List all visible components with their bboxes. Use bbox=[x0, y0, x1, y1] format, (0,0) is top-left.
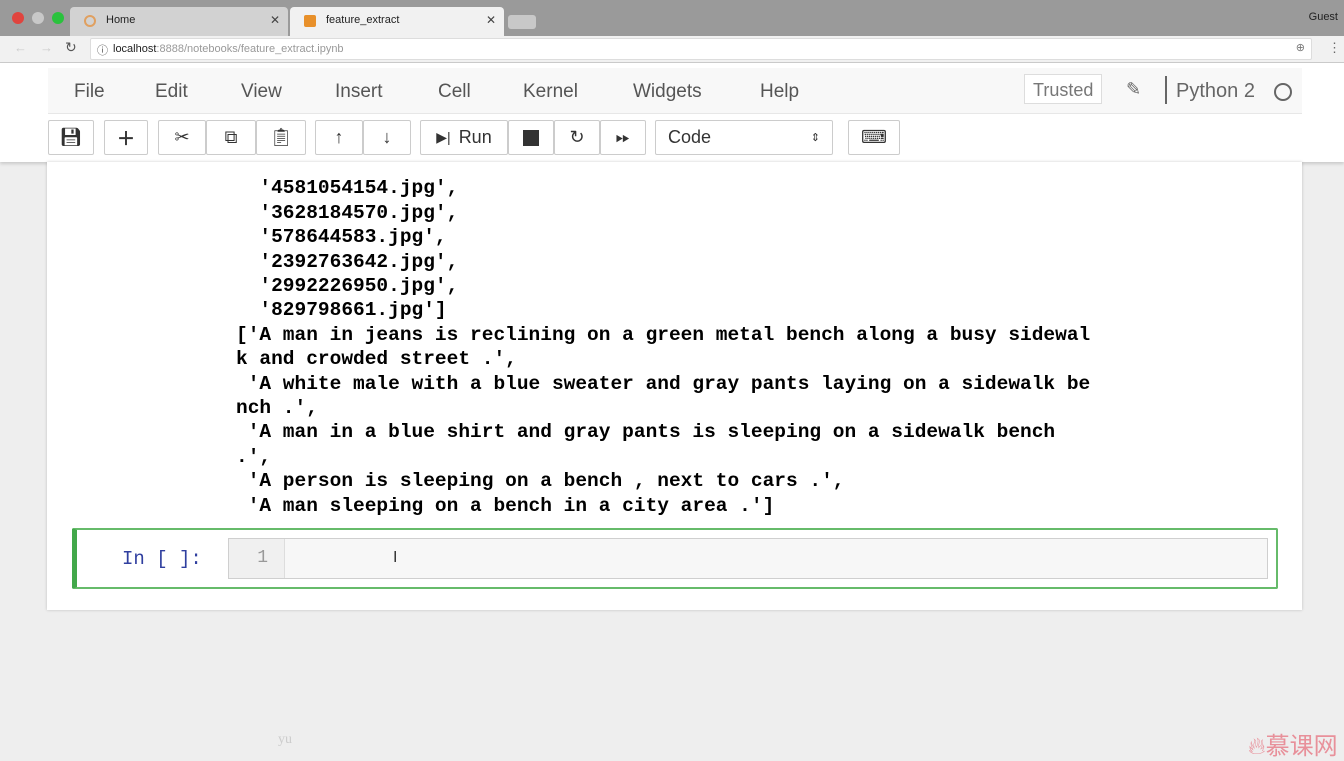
url-host: localhost bbox=[113, 43, 157, 55]
output-line: 'A man in a blue shirt and gray pants is… bbox=[236, 421, 1056, 444]
restart-icon: ↻ bbox=[569, 127, 585, 147]
tab-label: Home bbox=[106, 14, 136, 26]
notebook-container: '4581054154.jpg', '3628184570.jpg', '578… bbox=[47, 162, 1302, 610]
edit-pencil-icon[interactable]: ✎ bbox=[1126, 79, 1141, 100]
copy-button[interactable]: ⧉ bbox=[206, 120, 256, 155]
zoom-icon[interactable]: ⊕ bbox=[1296, 41, 1305, 54]
run-button[interactable]: ▶︎| Run bbox=[420, 120, 508, 155]
output-line: 'A white male with a blue sweater and gr… bbox=[236, 372, 1091, 395]
command-palette-button[interactable]: ⌨ bbox=[848, 120, 900, 155]
info-icon: ⓘ bbox=[97, 45, 108, 57]
menu-file[interactable]: File bbox=[74, 81, 105, 103]
plus-icon: ＋ bbox=[117, 128, 135, 149]
stop-icon bbox=[523, 129, 539, 146]
browser-tabbar: Home ✕ feature_extract ✕ Guest bbox=[0, 0, 1344, 36]
save-icon: 💾︎ bbox=[59, 127, 83, 147]
maximize-window-button[interactable] bbox=[52, 12, 64, 24]
step-forward-icon: ▶︎| bbox=[436, 129, 451, 145]
restart-run-all-button[interactable]: ⏩︎ bbox=[600, 120, 646, 155]
arrow-up-icon: ↑ bbox=[334, 127, 344, 147]
code-input[interactable]: 1 I bbox=[228, 538, 1268, 579]
address-bar: ← → ↻ ⓘ localhost:8888/notebooks/feature… bbox=[0, 36, 1344, 63]
jupyter-icon bbox=[84, 15, 96, 27]
menu-view[interactable]: View bbox=[241, 81, 282, 103]
forward-icon[interactable]: → bbox=[40, 40, 53, 55]
move-up-button[interactable]: ↑ bbox=[315, 120, 363, 155]
close-window-button[interactable] bbox=[12, 12, 24, 24]
output-line: '2392763642.jpg', bbox=[236, 250, 459, 273]
cell-type-value: Code bbox=[668, 127, 712, 147]
new-tab-button[interactable] bbox=[508, 15, 536, 29]
minimize-window-button[interactable] bbox=[32, 12, 44, 24]
fast-forward-icon: ⏩︎ bbox=[615, 127, 631, 147]
cut-button[interactable]: ✂ bbox=[158, 120, 206, 155]
close-tab-icon[interactable]: ✕ bbox=[270, 13, 280, 27]
cell-output: '4581054154.jpg', '3628184570.jpg', '578… bbox=[236, 162, 1090, 518]
trusted-badge[interactable]: Trusted bbox=[1024, 74, 1103, 104]
output-line-cut bbox=[236, 162, 1090, 176]
divider bbox=[1165, 76, 1167, 104]
tab-label: feature_extract bbox=[326, 14, 400, 26]
output-line: '3628184570.jpg', bbox=[236, 201, 459, 224]
output-line: '578644583.jpg', bbox=[236, 226, 447, 249]
output-line: '2992226950.jpg', bbox=[236, 275, 459, 298]
tab-home[interactable]: Home ✕ bbox=[70, 7, 288, 36]
code-cell-selected[interactable]: In [ ]: 1 I bbox=[72, 528, 1278, 589]
url-path: :8888/notebooks/feature_extract.ipynb bbox=[156, 43, 344, 55]
arrow-down-icon: ↓ bbox=[382, 127, 392, 147]
output-line: '4581054154.jpg', bbox=[236, 177, 459, 200]
output-line: '829798661.jpg'] bbox=[236, 299, 447, 322]
keyboard-icon: ⌨ bbox=[861, 127, 887, 147]
menu-kebab-icon[interactable]: ⋮ bbox=[1328, 40, 1341, 56]
output-line: 'A person is sleeping on a bench , next … bbox=[236, 470, 845, 493]
interrupt-button[interactable] bbox=[508, 120, 554, 155]
notebook-icon bbox=[304, 15, 316, 27]
notebook-header: File Edit View Insert Cell Kernel Widget… bbox=[0, 63, 1344, 162]
output-line: nch .', bbox=[236, 397, 318, 420]
kernel-idle-icon bbox=[1274, 83, 1292, 101]
input-prompt: In [ ]: bbox=[122, 548, 202, 570]
insert-cell-button[interactable]: ＋ bbox=[104, 120, 148, 155]
menu-help[interactable]: Help bbox=[760, 81, 799, 103]
menu-kernel[interactable]: Kernel bbox=[523, 81, 578, 103]
text-cursor-icon: I bbox=[393, 549, 398, 566]
scissors-icon: ✂ bbox=[174, 127, 190, 147]
run-label: Run bbox=[458, 127, 492, 147]
menu-cell[interactable]: Cell bbox=[438, 81, 471, 103]
footer-text: yu bbox=[278, 732, 292, 747]
cell-type-select[interactable]: Code ⇕ bbox=[655, 120, 833, 155]
url-input[interactable]: ⓘ localhost:8888/notebooks/feature_extra… bbox=[90, 38, 1312, 60]
move-down-button[interactable]: ↓ bbox=[363, 120, 411, 155]
menubar: File Edit View Insert Cell Kernel Widget… bbox=[48, 68, 1302, 114]
paste-button[interactable]: 📋︎ bbox=[256, 120, 306, 155]
reload-icon[interactable]: ↻ bbox=[65, 39, 77, 56]
restart-button[interactable]: ↻ bbox=[554, 120, 600, 155]
line-number: 1 bbox=[229, 539, 285, 578]
tab-feature-extract[interactable]: feature_extract ✕ bbox=[290, 7, 504, 36]
output-line: .', bbox=[236, 445, 272, 468]
close-tab-icon[interactable]: ✕ bbox=[486, 13, 496, 27]
output-line: 'A man sleeping on a bench in a city are… bbox=[236, 494, 775, 517]
select-arrows-icon: ⇕ bbox=[810, 132, 820, 144]
save-button[interactable]: 💾︎ bbox=[48, 120, 94, 155]
paste-icon: 📋︎ bbox=[269, 127, 293, 147]
output-line: ['A man in jeans is reclining on a green… bbox=[236, 323, 1091, 346]
profile-label[interactable]: Guest bbox=[1309, 11, 1338, 23]
back-icon[interactable]: ← bbox=[14, 40, 27, 55]
copy-icon: ⧉ bbox=[224, 127, 238, 147]
menu-widgets[interactable]: Widgets bbox=[633, 81, 702, 103]
kernel-name: Python 2 bbox=[1176, 80, 1255, 102]
menu-edit[interactable]: Edit bbox=[155, 81, 188, 103]
menu-insert[interactable]: Insert bbox=[335, 81, 383, 103]
output-line: k and crowded street .', bbox=[236, 348, 517, 371]
